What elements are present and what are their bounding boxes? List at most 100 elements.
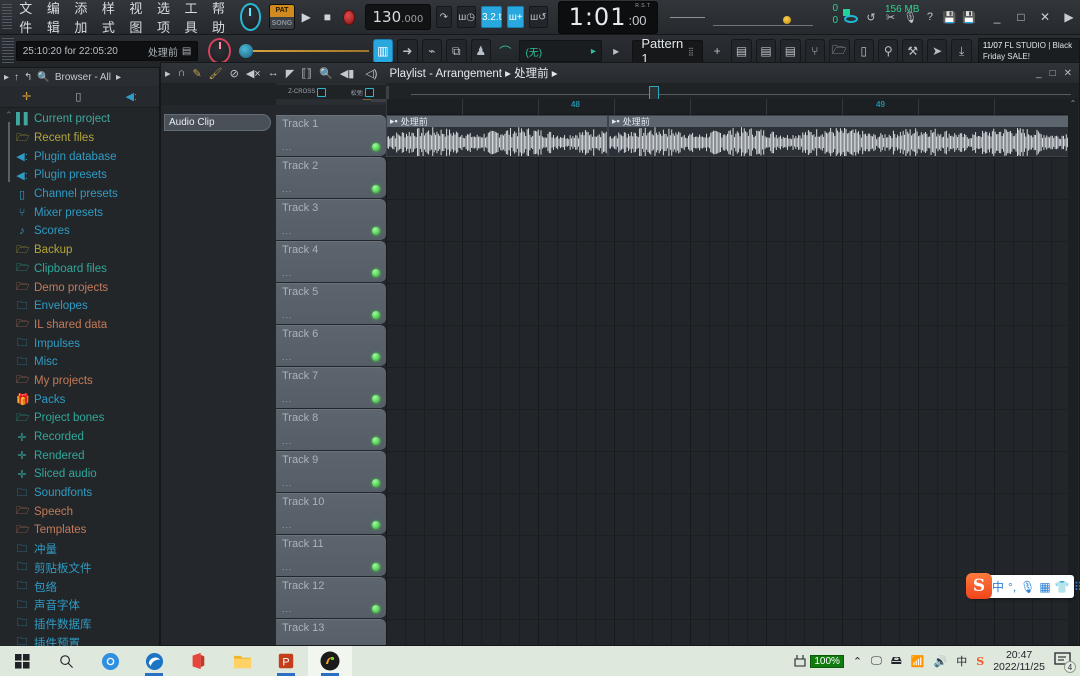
audio-clip-titlebar[interactable]: ▸▪ 处理前 [387, 116, 607, 127]
more-button[interactable]: ▶ [1058, 7, 1080, 27]
mixer-window-button[interactable]: ⑂ [804, 39, 826, 63]
audio-clip-titlebar[interactable]: ▸▪ 处理前 [609, 116, 1075, 127]
piano-roll-button[interactable]: ▥ [372, 39, 394, 63]
track-header[interactable]: Track 2... [276, 157, 386, 199]
browser-item[interactable]: 🗀 声音字体 [0, 596, 159, 615]
metronome-icon[interactable]: ↷ [435, 6, 453, 28]
preview-speaker-icon[interactable]: ◁) [365, 67, 377, 80]
channel-rack-button[interactable]: ▤ [731, 39, 752, 63]
track-options-dots[interactable]: ... [282, 478, 293, 488]
save-as-icon[interactable]: 💾 [960, 4, 978, 30]
ime-mode-label[interactable]: 中 [992, 578, 1004, 595]
browser-item[interactable]: 🗁 My projects [0, 372, 159, 391]
playlist-ruler[interactable]: 48 49 [386, 99, 1076, 115]
browser-item[interactable]: 🗀 Envelopes [0, 297, 159, 316]
track-header[interactable]: Track 3... [276, 199, 386, 241]
tempo-display[interactable]: 130.000 [364, 4, 431, 30]
browser-tab-speaker-icon[interactable]: ◀: [125, 90, 137, 103]
snap-chevron-down-icon[interactable]: ▸ [591, 46, 596, 57]
pattern-mode-label[interactable]: PAT [270, 5, 294, 17]
tray-bluetooth-icon[interactable]: 🖴 [891, 652, 902, 671]
help-icon[interactable]: ? [921, 4, 939, 30]
secondary-toolbar-grip[interactable] [2, 38, 14, 64]
ime-skin-icon[interactable]: 👕 [1055, 580, 1070, 594]
tray-chevron-up-icon[interactable]: ⌃ [853, 655, 862, 668]
browser-item[interactable]: 🗀 剪贴板文件 [0, 559, 159, 578]
slice-icon[interactable]: ◤ [286, 67, 294, 80]
browser-item[interactable]: ✛ Recorded [0, 428, 159, 447]
countdown-icon[interactable]: 3.2.t [480, 6, 503, 28]
ime-apps-icon[interactable]: ⠿ [1074, 580, 1080, 594]
ime-keyboard-icon[interactable]: ▦ [1039, 580, 1050, 594]
playlist-menu-icon[interactable]: ▸ [165, 67, 171, 80]
battery-indicator[interactable]: 100% [792, 654, 844, 668]
playlist-button[interactable]: ▤ [755, 39, 777, 63]
pattern-prev-button[interactable]: ▸ [606, 39, 626, 63]
pitch-slider[interactable] [669, 16, 705, 18]
mute-tool-icon[interactable]: ⊘ [230, 67, 239, 80]
browser-tab-file-icon[interactable]: ▯ [75, 90, 81, 103]
project-info-button[interactable]: ▯ [853, 39, 875, 63]
browser-undo-icon[interactable]: ↰ [24, 72, 32, 83]
track-header[interactable]: Track 10... [276, 493, 386, 535]
wait-for-input-icon[interactable]: ш◷ [457, 6, 476, 28]
track-header[interactable]: Track 5... [276, 283, 386, 325]
stop-button[interactable]: ■ [318, 4, 337, 30]
menu-item-view[interactable]: 视图 [128, 0, 147, 38]
zcross-option[interactable]: Z-CROSS [288, 87, 327, 97]
undo-icon[interactable]: ↺ [862, 4, 880, 30]
step-sequencer-button[interactable]: ▤ [780, 39, 801, 63]
browser-item[interactable]: 🗀 包络 [0, 577, 159, 596]
browser-item[interactable]: 🗁 Recent files [0, 129, 159, 148]
taskbar-explorer-icon[interactable] [220, 646, 264, 676]
taskbar-search-icon[interactable] [44, 646, 88, 676]
relax-checkbox[interactable] [364, 87, 374, 97]
track-options-dots[interactable]: ... [282, 184, 293, 194]
browser-tab-waveform-icon[interactable]: ✛ [22, 90, 31, 103]
track-options-dots[interactable]: ... [282, 436, 293, 446]
pattern-stepper-icon[interactable]: ⣿ [688, 47, 694, 56]
magnet-icon[interactable]: ⌒ [495, 39, 515, 63]
tray-wifi-icon[interactable]: 📶 [911, 655, 925, 668]
browser-item[interactable]: 🗁 Demo projects [0, 278, 159, 297]
tray-volume-icon[interactable]: 🔊 [934, 655, 948, 668]
audio-clip[interactable]: ▸▪ 处理前 [386, 115, 608, 157]
ime-mic-icon[interactable]: 🎙 [1020, 580, 1035, 594]
taskbar-chrome-icon[interactable] [88, 646, 132, 676]
browser-item[interactable]: 🗀 Impulses [0, 334, 159, 353]
loop-record-icon[interactable]: ш↺ [529, 6, 548, 28]
track-header[interactable]: Track 1... [276, 115, 386, 157]
track-options-dots[interactable]: ... [282, 268, 293, 278]
track-options-dots[interactable]: ... [282, 520, 293, 530]
automation-button[interactable]: ⌁ [421, 39, 443, 63]
browser-item[interactable]: ✛ Sliced audio [0, 465, 159, 484]
browser-item[interactable]: ◀: Plugin database [0, 147, 159, 166]
magnet-icon[interactable]: ∩ [178, 67, 186, 79]
sogou-logo-icon[interactable]: S [966, 573, 992, 599]
taskbar-fl-studio-icon[interactable] [308, 646, 352, 676]
news-banner[interactable]: 11/07 FL STUDIO | Black Friday SALE! [977, 38, 1080, 64]
arrow-tool-button[interactable]: ➜ [397, 39, 418, 63]
track-header[interactable]: Track 11... [276, 535, 386, 577]
browser-scrollbar[interactable] [8, 122, 10, 182]
track-options-dots[interactable]: ... [282, 604, 293, 614]
browser-tree[interactable]: ⌃ ▌▌ Current project 🗁 Recent files ◀: Plugin… [0, 108, 159, 646]
browser-item[interactable]: ♪ Scores [0, 222, 159, 241]
recording-level-knob[interactable] [208, 38, 231, 64]
track-header[interactable]: Track 7... [276, 367, 386, 409]
track-header[interactable]: Track 12... [276, 577, 386, 619]
minimize-button[interactable]: _ [986, 7, 1008, 27]
menu-item-patterns[interactable]: 样式 [101, 0, 120, 38]
menu-item-help[interactable]: 帮助 [211, 0, 230, 38]
track-options-dots[interactable]: ... [282, 310, 293, 320]
track-header[interactable]: Track 13... [276, 619, 386, 645]
tempo-tap-button[interactable]: ⚒ [902, 39, 923, 63]
plugin-picker-button[interactable]: ⚲ [878, 39, 899, 63]
taskbar-edge-icon[interactable] [132, 646, 176, 676]
zcross-checkbox[interactable] [317, 87, 327, 97]
save-icon[interactable]: 💾 [941, 4, 959, 30]
menu-item-add[interactable]: 添加 [73, 0, 92, 38]
pattern-song-toggle[interactable]: PAT SONG [269, 4, 295, 30]
playback-icon[interactable]: ◀▮ [340, 67, 355, 80]
playlist-minimize-button[interactable]: _ [1036, 68, 1042, 79]
